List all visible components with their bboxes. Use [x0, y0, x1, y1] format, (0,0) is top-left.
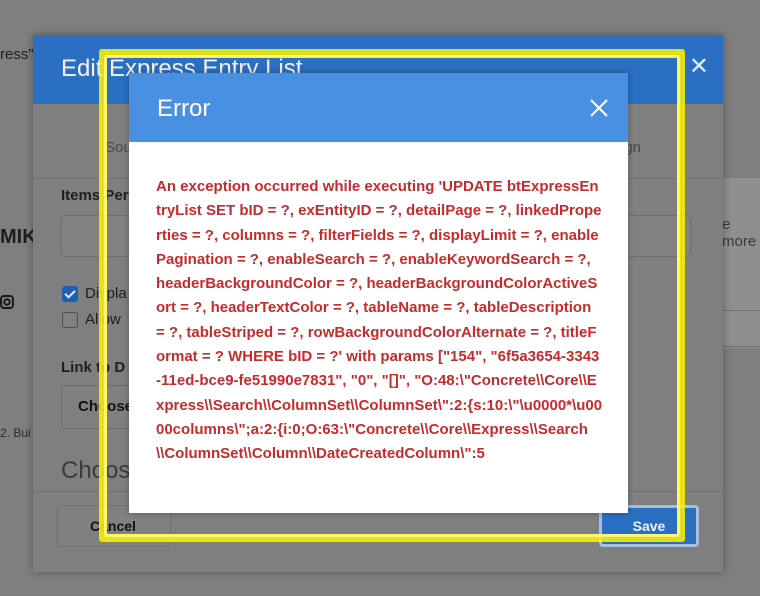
link-to-detail-label: Link to D: [61, 359, 126, 376]
choose-page-button-label: Choose: [78, 398, 134, 415]
error-dialog-header: Error: [129, 73, 628, 142]
display-checkbox-label: Displa: [85, 285, 127, 302]
choose-heading: Choos: [61, 457, 131, 484]
error-dialog-title: Error: [157, 95, 211, 122]
close-icon[interactable]: [590, 99, 608, 117]
background-side-panel: [722, 178, 760, 348]
allow-checkbox[interactable]: [62, 312, 78, 328]
display-checkbox[interactable]: [62, 286, 78, 302]
cancel-button-label: Cancel: [90, 518, 136, 534]
error-message: An exception occurred while executing 'U…: [156, 178, 603, 463]
close-icon[interactable]: ✕: [689, 55, 709, 79]
background-more-link: e more: [722, 216, 757, 250]
divider: [722, 346, 760, 347]
items-per-page-label: Items Per: [61, 187, 129, 204]
allow-checkbox-label: Allow: [85, 311, 121, 328]
tab-source[interactable]: Sou: [105, 139, 132, 156]
divider: [722, 310, 760, 311]
error-dialog: Error An exception occurred while execut…: [129, 73, 628, 513]
save-button-label: Save: [632, 518, 666, 534]
background-brand-fragment: MIK: [0, 226, 37, 248]
background-footer-fragment: 2. Bui: [0, 426, 31, 440]
instagram-icon: [0, 295, 14, 309]
